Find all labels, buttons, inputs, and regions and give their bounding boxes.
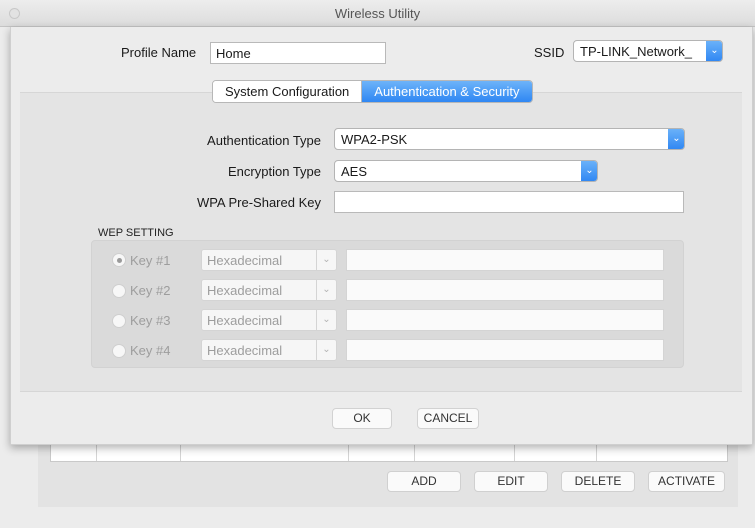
profile-list-table [50,445,728,462]
tab-bar: System Configuration Authentication & Se… [212,80,533,103]
add-button[interactable]: ADD [387,471,461,492]
chevron-down-icon: ⌄ [316,250,336,270]
encryption-type-label: Encryption Type [228,164,321,179]
profile-name-label: Profile Name [121,45,197,60]
wireless-utility-window: Wireless Utility ADD EDIT DELETE ACTIVAT… [0,0,755,528]
key4-radio[interactable] [112,344,126,358]
key4-format-value: Hexadecimal [207,343,283,358]
chevron-down-icon: ⌄ [316,340,336,360]
auth-type-label: Authentication Type [207,133,321,148]
profile-name-input[interactable]: Home [210,42,386,64]
auth-type-value: WPA2-PSK [341,132,408,147]
delete-button[interactable]: DELETE [561,471,635,492]
chevron-down-icon: ⌄ [316,310,336,330]
tab-authentication-security[interactable]: Authentication & Security [362,81,532,102]
radio-selected-dot [117,258,122,263]
psk-input[interactable] [334,191,684,213]
key4-input[interactable] [346,339,664,361]
key1-radio[interactable] [112,253,126,267]
key2-format-value: Hexadecimal [207,283,283,298]
key2-format-select[interactable]: Hexadecimal ⌄ [201,279,337,301]
window-title: Wireless Utility [334,6,421,21]
activate-button[interactable]: ACTIVATE [648,471,725,492]
key3-format-select[interactable]: Hexadecimal ⌄ [201,309,337,331]
key2-label: Key #2 [130,283,171,298]
chevron-down-icon: ⌄ [581,161,597,181]
key1-input[interactable] [346,249,664,271]
key2-input[interactable] [346,279,664,301]
tab-system-configuration[interactable]: System Configuration [213,81,363,102]
ssid-value: TP-LINK_Network_ [580,44,692,59]
key1-format-select[interactable]: Hexadecimal ⌄ [201,249,337,271]
encryption-type-select[interactable]: AES ⌄ [334,160,598,182]
key3-format-value: Hexadecimal [207,313,283,328]
encryption-type-value: AES [341,164,368,179]
title-bar: Wireless Utility [0,0,755,27]
ssid-label: SSID [534,45,565,60]
chevron-down-icon: ⌄ [316,280,336,300]
chevron-down-icon: ⌄ [668,129,684,149]
cancel-button[interactable]: CANCEL [417,408,479,429]
ok-button[interactable]: OK [332,408,392,429]
wep-setting-title: WEP SETTING [98,227,174,239]
chevron-down-icon: ⌄ [706,41,722,61]
key1-label: Key #1 [130,253,171,268]
psk-label: WPA Pre-Shared Key [196,195,321,210]
auth-type-select[interactable]: WPA2-PSK ⌄ [334,128,685,150]
ssid-select[interactable]: TP-LINK_Network_ ⌄ [573,40,723,62]
edit-button[interactable]: EDIT [474,471,548,492]
key3-input[interactable] [346,309,664,331]
key1-format-value: Hexadecimal [207,253,283,268]
key2-radio[interactable] [112,284,126,298]
key4-format-select[interactable]: Hexadecimal ⌄ [201,339,337,361]
key3-label: Key #3 [130,313,171,328]
key4-label: Key #4 [130,343,171,358]
key3-radio[interactable] [112,314,126,328]
